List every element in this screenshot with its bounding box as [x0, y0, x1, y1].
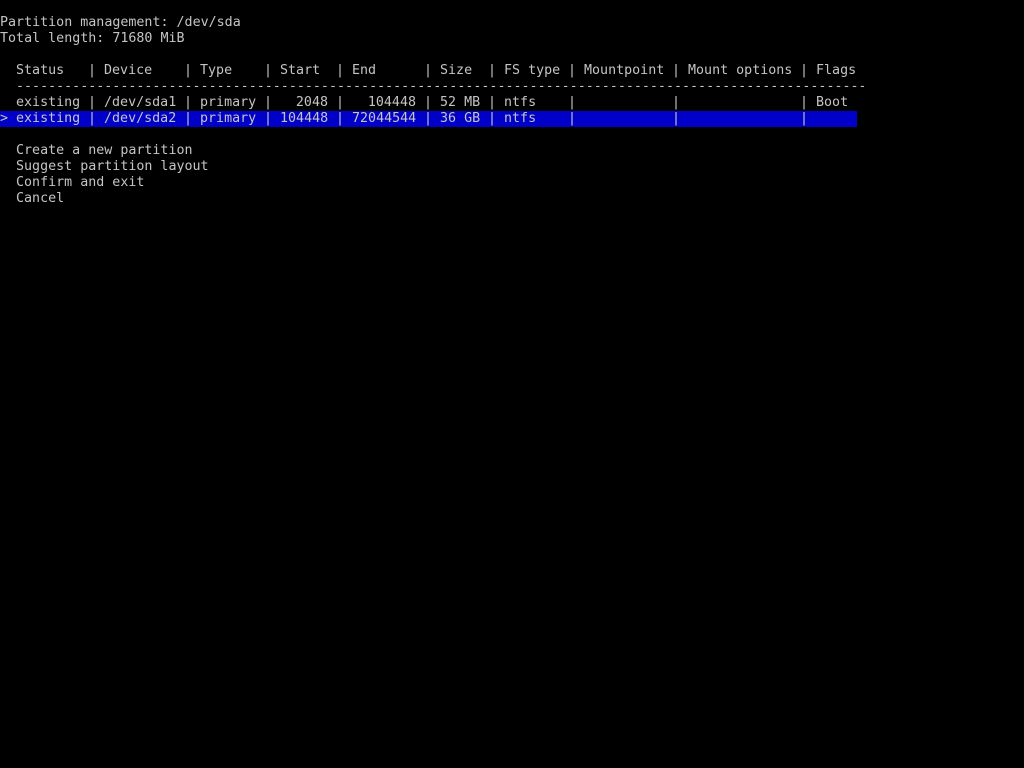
- column-separator: |: [424, 111, 433, 126]
- column-separator: |: [88, 63, 97, 78]
- column-separator: |: [800, 111, 809, 126]
- total-length-label: Total length: 71680 MiB: [0, 31, 185, 46]
- page-title: Partition management: /dev/sda: [0, 15, 241, 30]
- menu-create-partition[interactable]: Create a new partition: [16, 143, 193, 159]
- cell-size: 52 MB: [440, 95, 481, 110]
- table-divider: ----------------------------------------…: [16, 79, 864, 94]
- column-separator: |: [184, 111, 193, 126]
- menu-suggest-layout[interactable]: Suggest partition layout: [16, 159, 209, 175]
- column-separator: |: [800, 95, 809, 110]
- menu-confirm-exit[interactable]: Confirm and exit: [16, 175, 144, 191]
- column-header-size: Size: [440, 63, 473, 78]
- column-separator: |: [184, 95, 193, 110]
- cell-size: 36 GB: [440, 111, 481, 126]
- column-separator: |: [672, 111, 681, 126]
- column-separator: |: [264, 63, 273, 78]
- selection-cursor: >: [0, 111, 9, 126]
- column-header-mount-options: Mount options: [688, 63, 793, 78]
- cell-fs-type: ntfs: [504, 111, 537, 126]
- column-separator: |: [800, 63, 809, 78]
- column-separator: |: [672, 95, 681, 110]
- cell-type: primary: [200, 111, 257, 126]
- cell-device: /dev/sda2: [104, 111, 177, 126]
- column-separator: |: [336, 95, 345, 110]
- column-header-status: Status: [16, 63, 65, 78]
- column-separator: |: [424, 63, 433, 78]
- column-separator: |: [568, 95, 577, 110]
- column-separator: |: [264, 111, 273, 126]
- column-separator: |: [336, 111, 345, 126]
- column-separator: |: [88, 95, 97, 110]
- column-header-end: End: [352, 63, 377, 78]
- cell-status: existing: [16, 95, 81, 110]
- column-separator: |: [488, 63, 497, 78]
- table-header: Status | Device | Type | Start | End | S…: [0, 63, 864, 79]
- column-separator: |: [488, 95, 497, 110]
- column-separator: |: [488, 111, 497, 126]
- column-separator: |: [336, 63, 345, 78]
- table-row-selected[interactable]: > existing | /dev/sda2 | primary | 10444…: [0, 111, 857, 127]
- cell-start: 104448: [280, 111, 329, 126]
- column-header-start: Start: [280, 63, 321, 78]
- menu-cancel[interactable]: Cancel: [16, 191, 64, 207]
- cell-end: 72044544: [352, 111, 417, 126]
- column-separator: |: [568, 63, 577, 78]
- column-separator: |: [672, 63, 681, 78]
- cell-type: primary: [200, 95, 257, 110]
- cell-start: 2048: [295, 95, 328, 110]
- column-separator: |: [264, 95, 273, 110]
- cell-status: existing: [16, 111, 81, 126]
- column-header-type: Type: [200, 63, 233, 78]
- column-separator: |: [424, 95, 433, 110]
- column-header-mountpoint: Mountpoint: [584, 63, 665, 78]
- cell-fs-type: ntfs: [504, 95, 537, 110]
- column-header-fs-type: FS type: [504, 63, 561, 78]
- column-header-device: Device: [104, 63, 153, 78]
- table-row[interactable]: existing | /dev/sda1 | primary | 2048 | …: [0, 95, 864, 111]
- column-separator: |: [88, 111, 97, 126]
- cell-device: /dev/sda1: [104, 95, 177, 110]
- cell-flags: Boot: [816, 95, 849, 110]
- column-header-flags: Flags: [816, 63, 857, 78]
- cell-end: 104448: [367, 95, 416, 110]
- column-separator: |: [184, 63, 193, 78]
- column-separator: |: [568, 111, 577, 126]
